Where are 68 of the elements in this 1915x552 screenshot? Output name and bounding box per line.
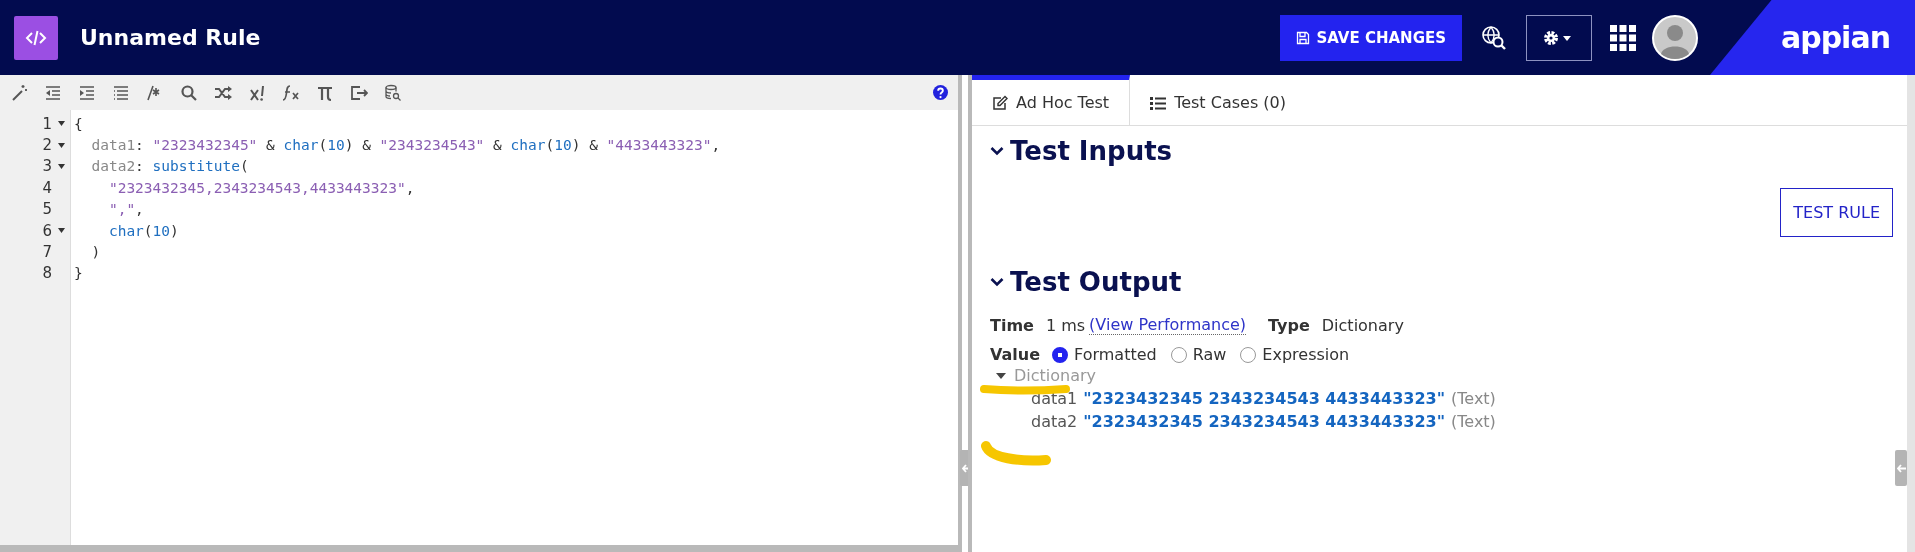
rule-title: Unnamed Rule — [80, 25, 261, 50]
fold-arrow-icon[interactable] — [57, 163, 65, 169]
search-icon[interactable] — [180, 83, 198, 102]
entry-key: data1 — [1031, 389, 1078, 408]
entry-value: "2323432345 2343234543 4433443323" — [1083, 412, 1445, 431]
export-icon[interactable] — [350, 83, 368, 102]
field-label: Type — [1268, 315, 1310, 335]
view-performance-link[interactable]: (View Performance) — [1089, 315, 1247, 335]
code-line: ",", — [107, 201, 144, 218]
line-number: 1 — [41, 114, 52, 133]
field-value: 1 ms — [1045, 315, 1086, 335]
line-number: 8 — [41, 264, 52, 283]
tab[interactable]: Test Cases (0) — [1130, 75, 1306, 125]
line-number: 2 — [41, 136, 52, 155]
chevron-down-icon[interactable] — [990, 277, 1004, 287]
shuffle-icon[interactable] — [214, 83, 232, 102]
fx-icon[interactable] — [282, 83, 300, 102]
edit-icon — [992, 94, 1008, 111]
indent-icon[interactable] — [78, 83, 96, 102]
radio-option[interactable]: Raw — [1170, 345, 1227, 364]
globe-search-icon[interactable] — [1480, 23, 1508, 52]
code-icon — [14, 15, 58, 60]
test-rule-button[interactable]: TEST RULE — [1780, 188, 1893, 237]
entry-value: "2323432345 2343234543 4433443323" — [1083, 389, 1445, 408]
save-changes-button[interactable]: SAVE CHANGES — [1280, 14, 1462, 61]
brand-logo: appian — [1780, 20, 1890, 55]
code-line: char(10) — [107, 222, 179, 239]
help-icon[interactable] — [933, 85, 948, 100]
save-icon — [1296, 30, 1311, 45]
expand-arrow-icon[interactable] — [996, 370, 1006, 381]
code-line: "2323432345,2343234543,4433443323", — [107, 179, 415, 196]
apps-grid-icon[interactable] — [1610, 24, 1636, 51]
code-line: ) — [90, 244, 101, 261]
code-line: { — [74, 115, 83, 132]
entry-key: data2 — [1031, 412, 1078, 431]
wand-icon[interactable] — [10, 83, 28, 102]
line-number: 6 — [41, 221, 52, 240]
fold-arrow-icon[interactable] — [57, 228, 65, 234]
line-number: 7 — [41, 243, 52, 262]
code-line: data2: substitute( — [90, 158, 249, 175]
xbang-icon[interactable] — [248, 83, 266, 102]
tree-node-label: Dictionary — [1014, 366, 1097, 385]
radio-option[interactable]: Formatted — [1052, 345, 1157, 364]
db-icon[interactable] — [384, 83, 402, 102]
field-label: Time — [990, 315, 1034, 335]
code-line: } — [74, 265, 83, 282]
line-number: 5 — [41, 200, 52, 219]
user-avatar[interactable] — [1652, 14, 1698, 61]
radio-option[interactable]: Expression — [1240, 345, 1350, 364]
field-value: Dictionary — [1321, 315, 1404, 335]
fold-arrow-icon[interactable] — [57, 142, 65, 148]
collapse-handle[interactable] — [1895, 450, 1907, 486]
entry-type: (Text) — [1451, 412, 1496, 431]
chevron-down-icon[interactable] — [990, 146, 1004, 156]
settings-menu-button[interactable] — [1526, 14, 1592, 61]
field-label: Value — [990, 345, 1041, 364]
line-number: 3 — [41, 157, 52, 176]
outdent-icon[interactable] — [44, 83, 62, 102]
list-icon[interactable] — [112, 83, 130, 102]
highlighter-stroke — [980, 440, 1052, 468]
tab[interactable]: Ad Hoc Test — [972, 75, 1131, 125]
section-heading: Test Output — [1010, 267, 1182, 297]
list-icon — [1150, 94, 1167, 111]
section-heading: Test Inputs — [1010, 136, 1173, 166]
entry-type: (Text) — [1451, 389, 1496, 408]
line-number: 4 — [41, 178, 52, 197]
code-line: data1: "2323432345" & char(10) & "2343234543" & char(10) & "4433443323", — [90, 137, 721, 154]
fold-arrow-icon[interactable] — [57, 121, 65, 127]
